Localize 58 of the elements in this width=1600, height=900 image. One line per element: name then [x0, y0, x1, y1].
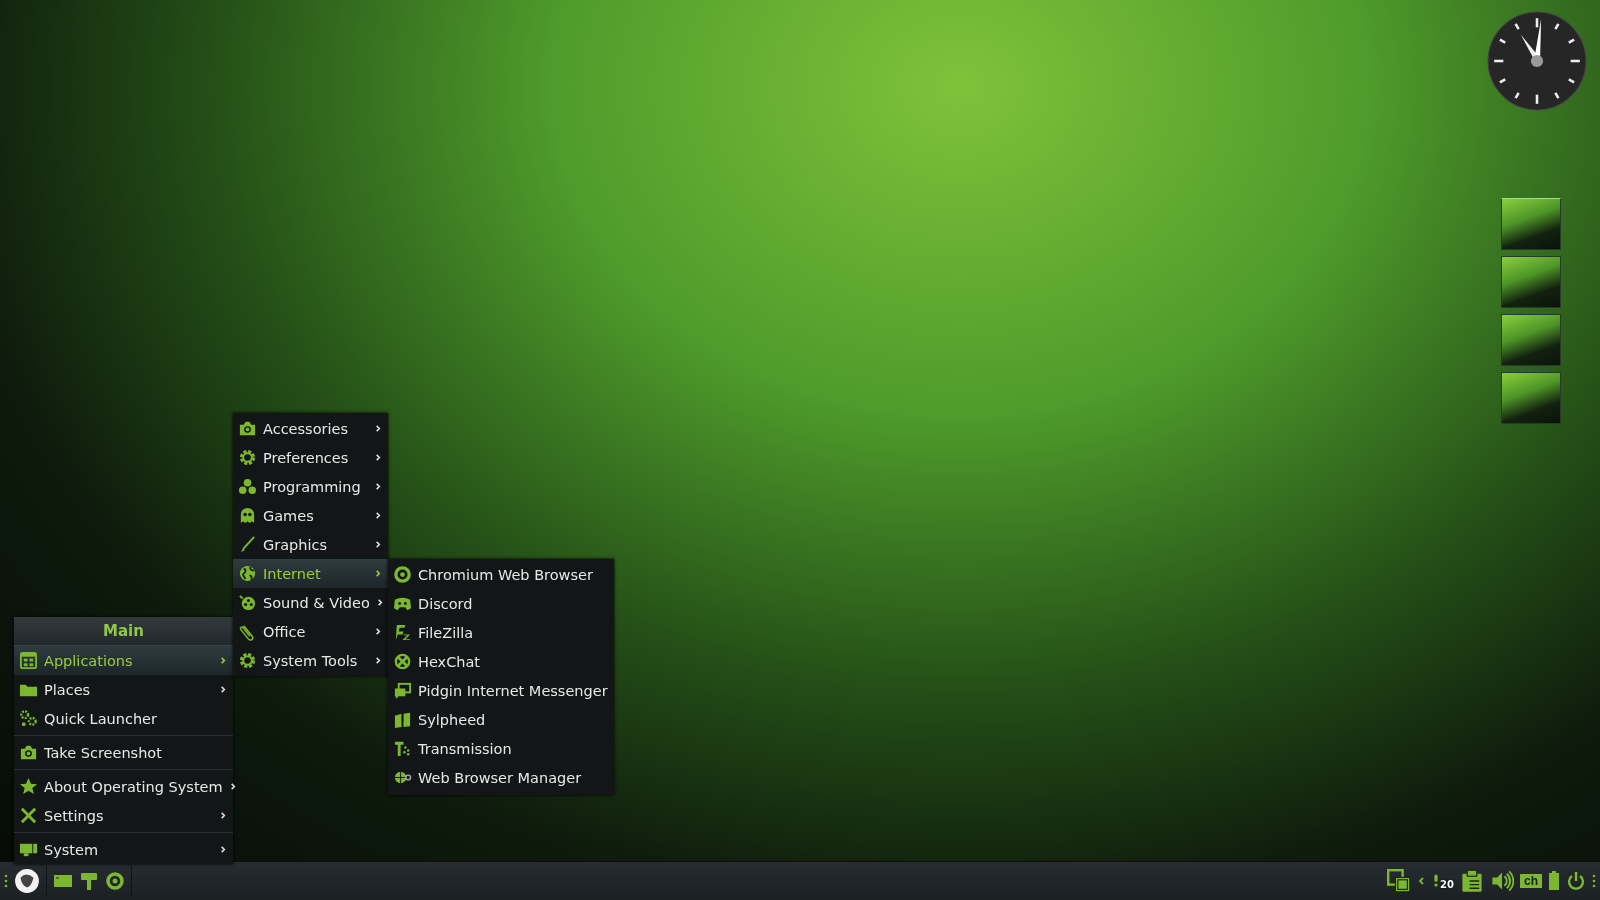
ring-icon[interactable]: [105, 871, 125, 891]
menu-item[interactable]: FileZilla: [388, 618, 614, 647]
ghost-icon: [238, 506, 257, 525]
handle-icon[interactable]: [1592, 873, 1596, 889]
brush-icon: [238, 535, 257, 554]
workspace-thumbnail[interactable]: [1501, 372, 1561, 424]
menu-item[interactable]: Applications: [14, 646, 233, 675]
camera-icon: [238, 419, 257, 438]
hammer-icon[interactable]: [79, 871, 99, 891]
handle-icon[interactable]: [4, 873, 8, 889]
menu-item[interactable]: Take Screenshot: [14, 738, 233, 767]
star-icon: [19, 777, 38, 796]
power-icon[interactable]: [1566, 871, 1586, 891]
menu-item[interactable]: Programming: [233, 472, 388, 501]
workspace-thumbnail[interactable]: [1501, 314, 1561, 366]
menu-item[interactable]: About Operating System: [14, 772, 233, 801]
menu-item[interactable]: Sound & Video: [233, 588, 388, 617]
camera-icon: [19, 743, 38, 762]
menu-title: Main: [14, 617, 233, 646]
gear-icon: [238, 651, 257, 670]
workspace-thumbnail[interactable]: [1501, 256, 1561, 308]
menu-item[interactable]: Internet: [233, 559, 388, 588]
menu-item[interactable]: System: [14, 835, 233, 864]
menu-item[interactable]: Office: [233, 617, 388, 646]
ring-icon: [393, 565, 412, 584]
start-menu-button[interactable]: [14, 868, 40, 894]
film-reel-icon: [238, 593, 257, 612]
menu-item[interactable]: Sylpheed: [388, 705, 614, 734]
menu-item[interactable]: Games: [233, 501, 388, 530]
menu-item[interactable]: Discord: [388, 589, 614, 618]
chat-bubbles-icon: [393, 681, 412, 700]
menu-item[interactable]: Settings: [14, 801, 233, 830]
keyboard-layout-button[interactable]: ch: [1520, 874, 1542, 888]
gears-icon: [19, 709, 38, 728]
clipboard-icon[interactable]: [1460, 869, 1484, 893]
bolt-icon: [393, 623, 412, 642]
menu-item[interactable]: Preferences: [233, 443, 388, 472]
gear-icon: [238, 448, 257, 467]
menu-item[interactable]: Places: [14, 675, 233, 704]
menu-item[interactable]: Transmission: [388, 734, 614, 763]
chevron-left-icon[interactable]: [1417, 876, 1427, 886]
battery-icon[interactable]: [1548, 871, 1560, 891]
menu-item[interactable]: Chromium Web Browser: [388, 560, 614, 589]
menu-item[interactable]: Pidgin Internet Messenger: [388, 676, 614, 705]
windows-icon[interactable]: [1387, 869, 1412, 893]
notification-count: 20: [1440, 880, 1454, 890]
menu-item[interactable]: HexChat: [388, 647, 614, 676]
grid-icon: [19, 651, 38, 670]
wrench-cross-icon: [19, 806, 38, 825]
volume-icon[interactable]: [1490, 869, 1514, 893]
menu-item[interactable]: Accessories: [233, 414, 388, 443]
crossed-circle-icon: [393, 652, 412, 671]
globe-icon: [238, 564, 257, 583]
menu-item[interactable]: Web Browser Manager: [388, 763, 614, 792]
book-icon: [393, 710, 412, 729]
menu-item[interactable]: System Tools: [233, 646, 388, 675]
menu-item[interactable]: Quick Launcher: [14, 704, 233, 733]
menu-item[interactable]: Graphics: [233, 530, 388, 559]
